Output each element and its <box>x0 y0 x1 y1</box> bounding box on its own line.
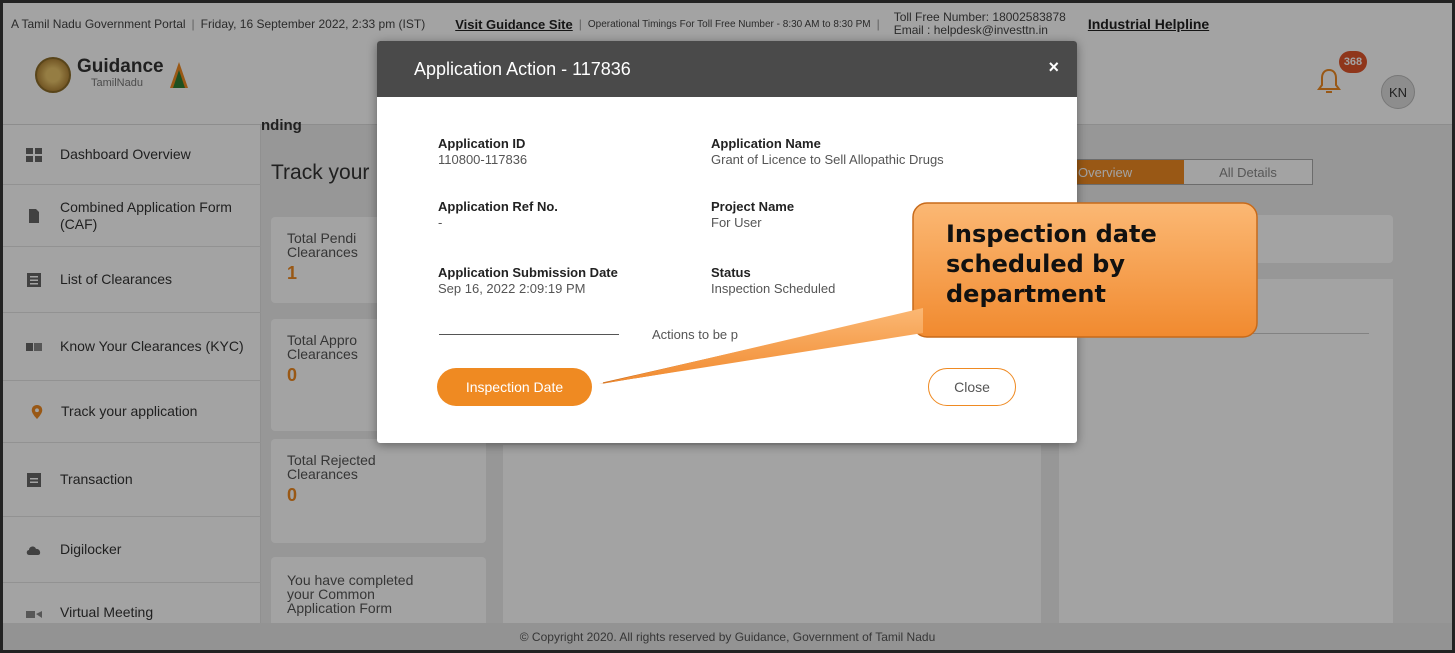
callout-line: Inspection date <box>946 220 1157 248</box>
inspection-date-button[interactable]: Inspection Date <box>437 368 592 406</box>
application-name-field: Application Name Grant of Licence to Sel… <box>711 136 944 168</box>
modal-header: Application Action - 117836 <box>377 41 1077 97</box>
field-label: Application Submission Date <box>438 265 618 280</box>
close-icon[interactable]: × <box>1048 57 1059 78</box>
field-value: Inspection Scheduled <box>711 281 836 296</box>
application-id-field: Application ID 110800-117836 <box>438 136 527 168</box>
field-value: For User <box>711 215 762 230</box>
callout-line: department <box>946 280 1106 308</box>
field-value: Sep 16, 2022 2:09:19 PM <box>438 281 586 296</box>
field-label: Application Ref No. <box>438 199 558 214</box>
field-label: Application Name <box>711 136 821 151</box>
callout-text: Inspection date scheduled by department <box>946 219 1246 309</box>
browser-frame: A Tamil Nadu Government Portal | Friday,… <box>0 0 1455 653</box>
field-label: Project Name <box>711 199 795 214</box>
field-label: Application ID <box>438 136 526 151</box>
submission-date-field: Application Submission Date Sep 16, 2022… <box>438 265 618 297</box>
status-field: Status Inspection Scheduled <box>711 265 835 297</box>
actions-heading: Actions to be p <box>652 327 738 342</box>
callout-line: scheduled by <box>946 250 1126 278</box>
field-label: Status <box>711 265 751 280</box>
field-value: 110800-117836 <box>438 152 528 167</box>
close-button[interactable]: Close <box>928 368 1016 406</box>
modal-title: Application Action - 117836 <box>414 58 631 79</box>
application-ref-field: Application Ref No. - <box>438 199 558 231</box>
project-name-field: Project Name For User <box>711 199 794 231</box>
field-value: - <box>438 215 443 230</box>
divider <box>439 334 619 335</box>
field-value: Grant of Licence to Sell Allopathic Drug… <box>711 152 944 167</box>
